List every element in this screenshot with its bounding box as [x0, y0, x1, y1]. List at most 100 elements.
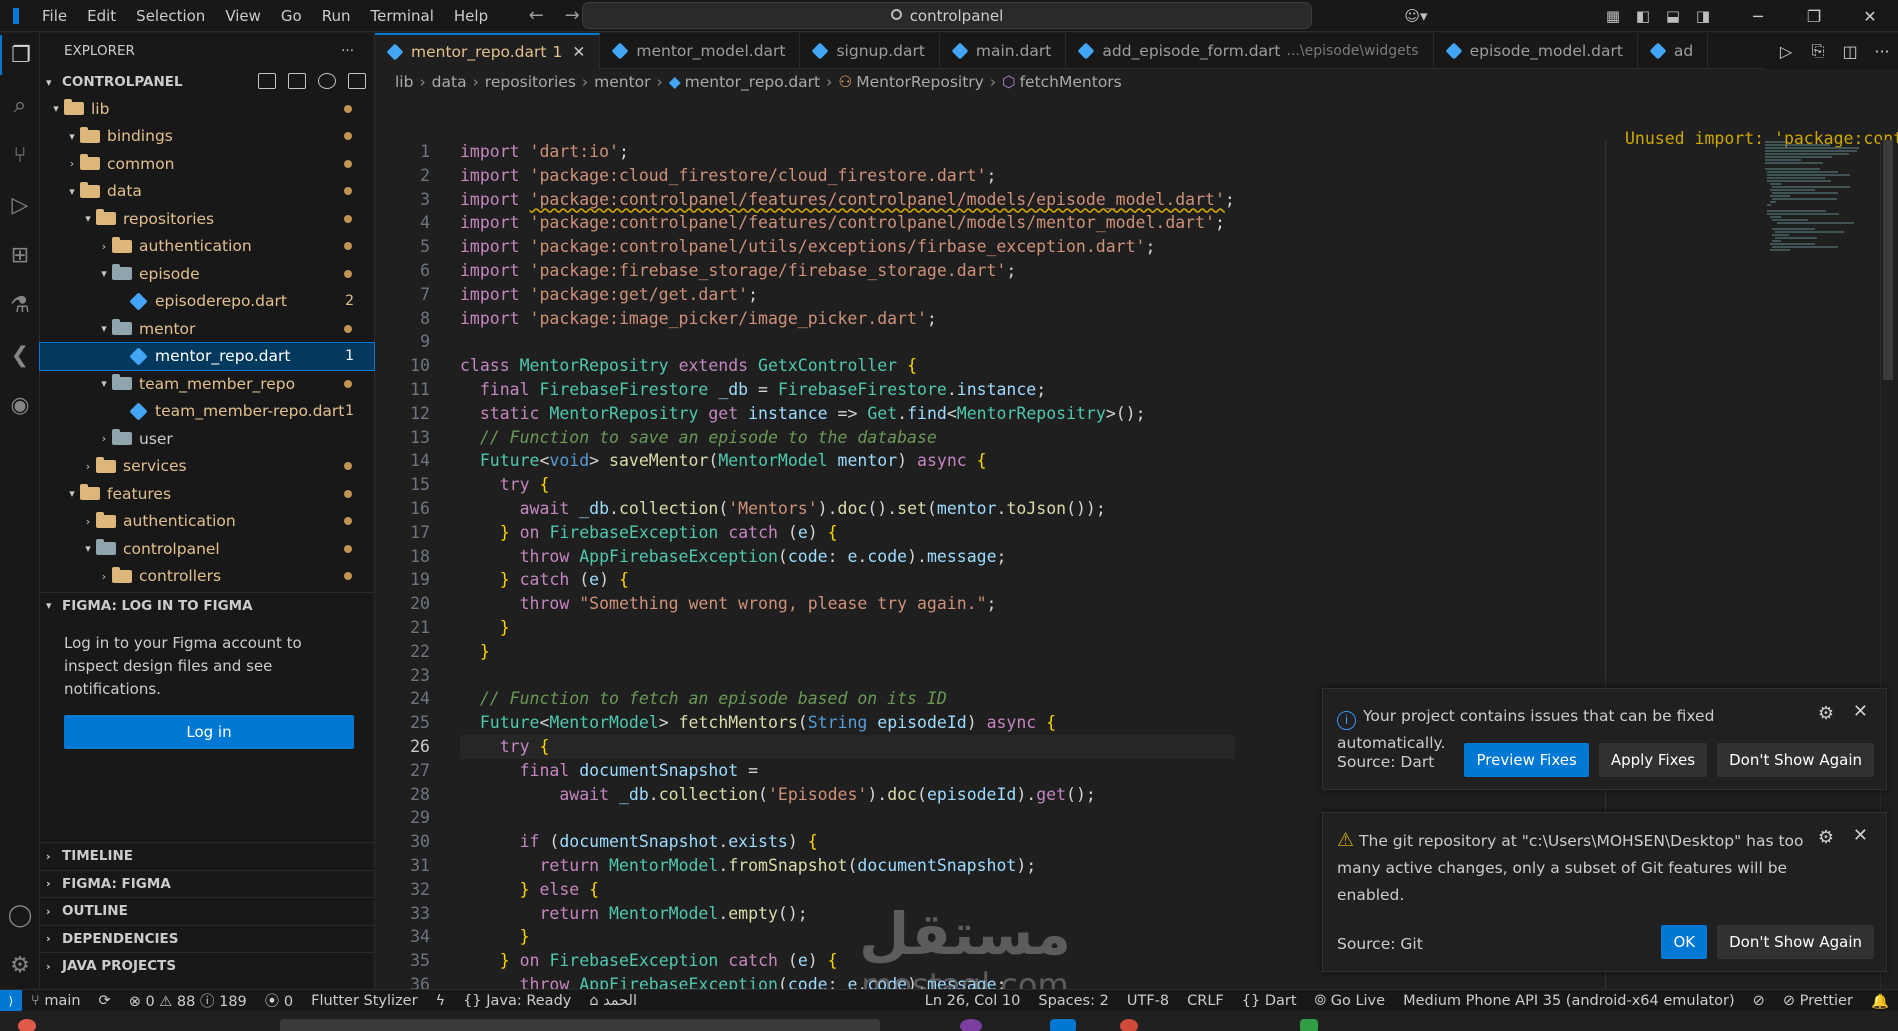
more-actions-icon[interactable]: ··· [1866, 42, 1898, 61]
extensions-icon[interactable]: ⊞ [0, 235, 40, 275]
explorer-more-icon[interactable]: ··· [341, 43, 354, 59]
code-line[interactable]: await _db.collection('Episodes').doc(epi… [460, 783, 1235, 807]
code-line[interactable] [460, 330, 1235, 354]
tree-file[interactable]: episoderepo.dart 2 [40, 288, 374, 316]
code-line[interactable]: Future<MentorModel> fetchMentors(String … [460, 711, 1235, 735]
tab-add-episode-form-dart[interactable]: add_episode_form.dart ...\episode\widgets [1066, 33, 1434, 69]
breadcrumb-item[interactable]: repositories [485, 73, 576, 91]
tree-folder[interactable]: › common [40, 150, 374, 178]
menu-go[interactable]: Go [271, 0, 312, 32]
close-tab-icon[interactable]: ✕ [572, 43, 585, 61]
code-line[interactable]: import 'package:controlpanel/features/co… [460, 188, 1235, 212]
toggle-panel-icon[interactable]: ⬓ [1658, 7, 1688, 25]
code-line[interactable]: } [460, 925, 1235, 949]
menu-help[interactable]: Help [444, 0, 498, 32]
code-line[interactable]: } catch (e) { [460, 568, 1235, 592]
settings-gear-icon[interactable]: ⚙ [0, 945, 40, 985]
remote-icon[interactable]: ⟩ [0, 989, 22, 1012]
tab-mentor-model-dart[interactable]: mentor_model.dart [600, 33, 801, 69]
taskbar-app-icon[interactable] [18, 1019, 36, 1031]
apply-fixes-button[interactable]: Apply Fixes [1598, 743, 1708, 777]
preview-fixes-button[interactable]: Preview Fixes [1464, 743, 1589, 777]
code-lines[interactable]: import 'dart:io'; import 'package:cloud_f… [460, 140, 1235, 1012]
ok-button[interactable]: OK [1661, 925, 1708, 959]
code-line[interactable]: import 'package:get/get.dart'; [460, 283, 1235, 307]
line-endings[interactable]: CRLF [1178, 993, 1233, 1009]
code-line[interactable] [460, 664, 1235, 688]
code-line[interactable]: } [460, 616, 1235, 640]
section-dependencies[interactable]: › DEPENDENCIES [40, 924, 375, 953]
menu-selection[interactable]: Selection [126, 0, 215, 32]
menu-view[interactable]: View [215, 0, 271, 32]
menu-terminal[interactable]: Terminal [361, 0, 444, 32]
taskbar-app-icon[interactable] [960, 1019, 982, 1031]
tree-folder[interactable]: › authentication [40, 233, 374, 261]
code-line[interactable]: } on FirebaseException catch (e) { [460, 949, 1235, 973]
source-control-icon[interactable]: ⑂ [0, 135, 40, 175]
code-line[interactable]: class MentorRepositry extends GetxContro… [460, 354, 1235, 378]
menu-file[interactable]: File [32, 0, 77, 32]
tree-folder[interactable]: ▾ data [40, 178, 374, 206]
tab-ad[interactable]: ad [1638, 33, 1709, 69]
tree-folder[interactable]: › authentication [40, 508, 374, 536]
breadcrumb-item[interactable]: ⬡ fetchMentors [1002, 73, 1122, 91]
section-outline[interactable]: › OUTLINE [40, 897, 375, 925]
tree-folder[interactable]: ▾ repositories [40, 205, 374, 233]
collapse-all-icon[interactable] [348, 73, 366, 89]
maximize-icon[interactable]: ❐ [1786, 7, 1842, 26]
notifications-bell-icon[interactable]: 🔔 [1862, 993, 1898, 1010]
search-view-icon[interactable]: ⌕ [0, 85, 40, 125]
tree-folder[interactable]: ▾ bindings [40, 123, 374, 151]
notification-close-icon[interactable]: ✕ [1853, 701, 1868, 722]
account-icon[interactable]: ◯ [0, 895, 40, 935]
code-line[interactable]: try { [460, 473, 1235, 497]
tree-folder[interactable]: › controllers [40, 563, 374, 591]
tree-folder[interactable]: › services [40, 453, 374, 481]
copilot-icon[interactable]: ☺▾ [1394, 7, 1438, 25]
code-line[interactable]: } on FirebaseException catch (e) { [460, 521, 1235, 545]
problems-status[interactable]: ⊗ 0 ⚠ 88 ⓘ 189 [120, 990, 256, 1011]
cursor-position[interactable]: Ln 26, Col 10 [916, 993, 1030, 1009]
menu-run[interactable]: Run [312, 0, 361, 32]
code-line[interactable]: } [460, 640, 1235, 664]
code-line[interactable]: throw "Something went wrong, please try … [460, 592, 1235, 616]
run-icon[interactable]: ▷ [1770, 42, 1802, 61]
code-line[interactable]: return MentorModel.empty(); [460, 902, 1235, 926]
tree-file[interactable]: team_member-repo.dart 1 [40, 398, 374, 426]
arabic-status[interactable]: ⌂ الحمد [580, 993, 646, 1009]
notification-close-icon[interactable]: ✕ [1853, 825, 1868, 846]
taskbar-search[interactable] [280, 1019, 880, 1031]
taskbar-app-icon[interactable] [1120, 1019, 1138, 1031]
project-section-header[interactable]: ▾ CONTROLPANEL [40, 69, 374, 95]
notification-gear-icon[interactable]: ⚙ [1818, 703, 1834, 724]
dont-show-again-button[interactable]: Don't Show Again [1717, 925, 1874, 959]
github-icon[interactable]: ◉ [0, 385, 40, 425]
section-java-projects[interactable]: › JAVA PROJECTS [40, 952, 375, 980]
taskbar-vscode-icon[interactable] [1050, 1019, 1076, 1031]
run-debug-icon[interactable]: ▷ [0, 185, 40, 225]
copilot-status-icon[interactable]: ⊘ [1744, 993, 1774, 1009]
code-line[interactable]: import 'package:firebase_storage/firebas… [460, 259, 1235, 283]
toggle-sidebar-icon[interactable]: ◧ [1628, 7, 1658, 25]
branch-status[interactable]: ⑂ main [22, 993, 90, 1009]
device-selector[interactable]: Medium Phone API 35 (android-x64 emulato… [1394, 993, 1744, 1009]
new-folder-icon[interactable] [288, 73, 306, 89]
figma-login-button[interactable]: Log in [64, 715, 354, 749]
taskbar-app-icon[interactable] [1300, 1019, 1318, 1031]
encoding[interactable]: UTF-8 [1118, 993, 1178, 1009]
new-file-icon[interactable] [258, 73, 276, 89]
notification-gear-icon[interactable]: ⚙ [1818, 827, 1834, 848]
code-line[interactable]: // Function to save an episode to the da… [460, 426, 1235, 450]
code-line[interactable]: return MentorModel.fromSnapshot(document… [460, 854, 1235, 878]
code-line[interactable]: // Function to fetch an episode based on… [460, 687, 1235, 711]
tree-folder[interactable]: ▾ features [40, 480, 374, 508]
section-timeline[interactable]: › TIMELINE [40, 842, 375, 870]
code-line[interactable]: try { [460, 735, 1235, 759]
lightning-icon[interactable]: ϟ [427, 993, 455, 1009]
section-figma-figma[interactable]: › FIGMA: FIGMA [40, 869, 375, 898]
code-line[interactable]: import 'package:controlpanel/utils/excep… [460, 235, 1235, 259]
ports-status[interactable]: ⦿ 0 [256, 990, 302, 1011]
code-line[interactable]: throw AppFirebaseException(code: e.code)… [460, 545, 1235, 569]
tree-folder[interactable]: ▾ lib [40, 95, 374, 123]
scrollbar-thumb[interactable] [1883, 140, 1893, 380]
